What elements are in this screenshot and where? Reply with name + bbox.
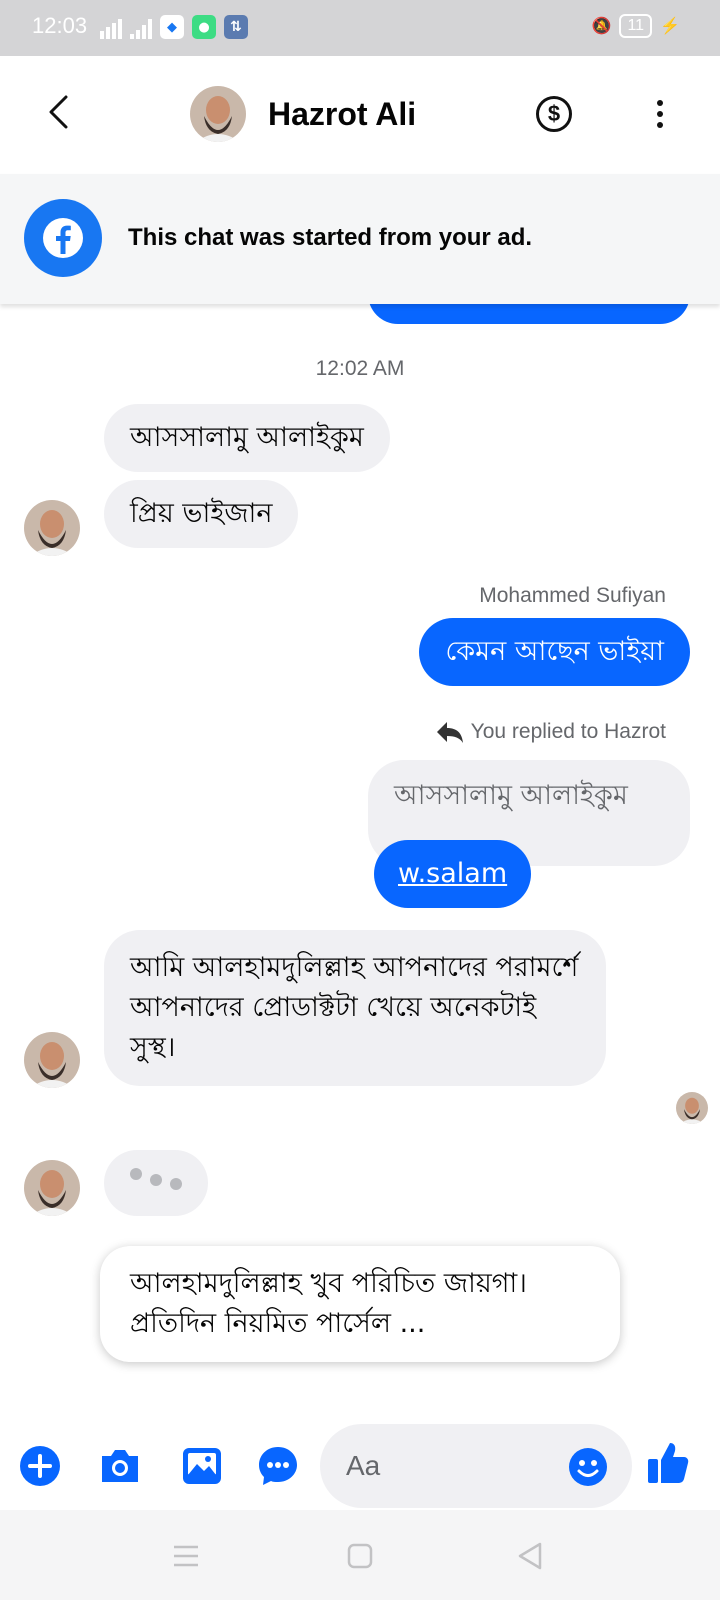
contact-avatar[interactable] bbox=[24, 1160, 80, 1216]
conversation-header: Hazrot Ali $ bbox=[0, 56, 720, 174]
dollar-circle-icon[interactable]: $ bbox=[536, 96, 572, 132]
home-icon[interactable] bbox=[342, 1538, 378, 1574]
message-bubble-outgoing[interactable]: w.salam bbox=[374, 840, 532, 908]
app-notification-icon: ◆ bbox=[160, 15, 184, 39]
vertical-dots-icon[interactable] bbox=[640, 94, 680, 134]
chevron-left-icon bbox=[49, 95, 68, 129]
back-button[interactable] bbox=[36, 90, 80, 134]
back-nav-icon[interactable] bbox=[512, 1538, 548, 1574]
chat-bubble-icon[interactable] bbox=[256, 1444, 300, 1488]
typing-dots-icon bbox=[130, 1168, 182, 1190]
typing-indicator bbox=[104, 1150, 208, 1216]
message-bubble-incoming[interactable]: প্রিয় ভাইজান bbox=[104, 480, 299, 548]
message-composer bbox=[0, 1406, 720, 1510]
message-bubble-outgoing[interactable]: কেমন আছেন ভাইয়া bbox=[419, 618, 690, 686]
charging-icon: ⚡ bbox=[660, 18, 680, 35]
cell-signal-icon bbox=[130, 19, 152, 39]
status-right: 🔕 11 ⚡ bbox=[592, 14, 680, 38]
thumbs-up-icon[interactable] bbox=[646, 1440, 690, 1484]
status-icons: ◆ ● ⇅ bbox=[100, 15, 248, 39]
camera-icon[interactable] bbox=[98, 1444, 142, 1488]
contact-name[interactable]: Hazrot Ali bbox=[268, 96, 416, 133]
message-list[interactable]: 12:02 AM আসসালামু আলাইকুম প্রিয় ভাইজান … bbox=[0, 264, 720, 1406]
contact-avatar[interactable] bbox=[24, 500, 80, 556]
message-bubble-incoming[interactable]: আসসালামু আলাইকুম bbox=[104, 404, 390, 472]
suggested-reply-preview[interactable]: আলহামদুলিল্লাহ খুব পরিচিত জায়গা। প্রতিদ… bbox=[100, 1246, 620, 1362]
ad-banner-text: This chat was started from your ad. bbox=[128, 224, 533, 251]
read-receipt-avatar bbox=[676, 1092, 708, 1124]
battery-indicator: 11 bbox=[619, 14, 653, 38]
mute-vibrate-icon: 🔕 bbox=[591, 18, 612, 35]
menu-icon[interactable] bbox=[168, 1538, 204, 1574]
message-bubble-incoming[interactable]: আমি আলহামদুলিল্লাহ আপনাদের পরামর্শে আপনা… bbox=[104, 930, 606, 1086]
status-bar: 12:03 ◆ ● ⇅ 🔕 11 ⚡ bbox=[0, 0, 720, 56]
status-time: 12:03 bbox=[32, 13, 88, 38]
emoji-icon[interactable] bbox=[568, 1447, 608, 1487]
plus-circle-icon[interactable] bbox=[18, 1444, 62, 1488]
message-timestamp: 12:02 AM bbox=[315, 357, 405, 380]
contact-avatar[interactable] bbox=[24, 1032, 80, 1088]
data-transfer-icon: ⇅ bbox=[224, 15, 248, 39]
app-notification-icon: ● bbox=[192, 15, 216, 39]
facebook-icon bbox=[24, 199, 102, 277]
reply-label-text: You replied to Hazrot bbox=[470, 720, 666, 743]
sender-name: Mohammed Sufiyan bbox=[479, 584, 666, 607]
reply-arrow-icon bbox=[436, 722, 463, 743]
contact-avatar[interactable] bbox=[190, 86, 246, 142]
reply-label: You replied to Hazrot bbox=[435, 720, 666, 744]
gallery-icon[interactable] bbox=[180, 1444, 224, 1488]
ad-banner: This chat was started from your ad. bbox=[0, 174, 720, 304]
wifi-signal-icon bbox=[100, 19, 122, 39]
system-navigation-bar bbox=[0, 1510, 720, 1600]
